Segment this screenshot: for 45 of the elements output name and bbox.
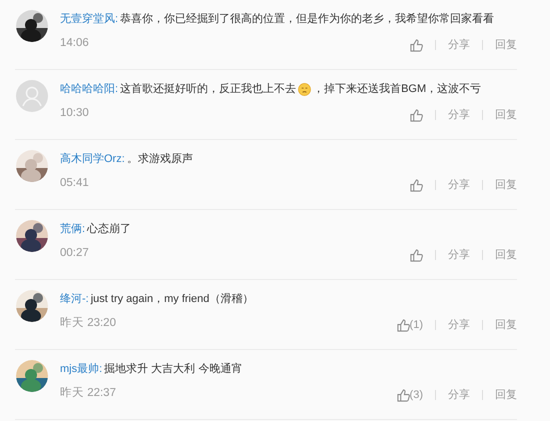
share-button[interactable]: 分享 <box>448 387 470 404</box>
reply-button[interactable]: 回复 <box>495 37 517 54</box>
username-link[interactable]: 绛河-: <box>60 290 89 308</box>
comment-text: 心态崩了 <box>87 222 132 237</box>
comment-text: just try again，my friend（滑稽） <box>90 292 254 307</box>
username-link[interactable]: 高木同学Orz: <box>60 150 125 168</box>
share-button[interactable]: 分享 <box>448 317 470 334</box>
like-button[interactable] <box>410 178 423 192</box>
comment-time: 00:27 <box>60 246 89 262</box>
thumbs-up-icon <box>396 388 410 402</box>
username-link[interactable]: 无壹穿堂风: <box>60 10 118 28</box>
reply-button[interactable]: 回复 <box>495 387 517 404</box>
comment-text: 。求游戏原声 <box>126 152 193 167</box>
reply-button[interactable]: 回复 <box>495 107 517 124</box>
thumbs-up-icon <box>410 248 423 262</box>
share-button[interactable]: 分享 <box>448 247 470 264</box>
comment-time: 05:41 <box>60 176 89 192</box>
reply-button[interactable]: 回复 <box>495 317 517 334</box>
comment-text: ，掉下来还送我首BGM，这波不亏 <box>313 82 482 97</box>
like-button[interactable]: (1) <box>396 317 423 334</box>
username-link[interactable]: 哈哈哈哈阳: <box>60 80 118 98</box>
comment-time: 昨天 22:37 <box>60 386 116 402</box>
thumbs-up-icon <box>396 318 410 332</box>
comment-time: 昨天 23:20 <box>60 316 116 332</box>
thumbs-up-icon <box>410 178 423 192</box>
like-button[interactable] <box>410 38 423 52</box>
like-button[interactable] <box>410 108 423 122</box>
username-link[interactable]: mjs最帅: <box>60 360 102 378</box>
like-button[interactable]: (3) <box>396 387 423 404</box>
comment-time: 10:30 <box>60 106 89 122</box>
avatar-icon <box>16 80 48 112</box>
username-link[interactable]: 荒俩: <box>60 220 86 238</box>
share-button[interactable]: 分享 <box>448 37 470 54</box>
reply-button[interactable]: 回复 <box>495 177 517 194</box>
like-button[interactable] <box>410 248 423 262</box>
thumbs-up-icon <box>410 38 423 52</box>
thumbs-up-icon <box>410 108 423 122</box>
comment-time: 14:06 <box>60 36 89 52</box>
comment-text: 掘地求升 大吉大利 今晚通宵 <box>104 362 242 377</box>
sad-face-icon <box>298 82 312 96</box>
reply-button[interactable]: 回复 <box>495 247 517 264</box>
comment-text: 恭喜你，你已经掘到了很高的位置，但是作为你的老乡，我希望你常回家看看 <box>120 12 494 27</box>
share-button[interactable]: 分享 <box>448 107 470 124</box>
comment-text: 这首歌还挺好听的，反正我也上不去 <box>120 82 296 97</box>
share-button[interactable]: 分享 <box>448 177 470 194</box>
